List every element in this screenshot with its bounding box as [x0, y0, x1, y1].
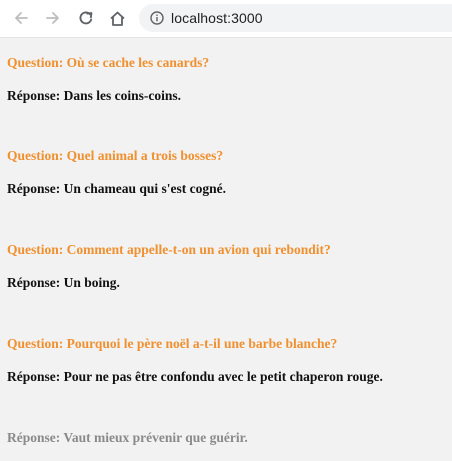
reload-button[interactable] [76, 8, 96, 28]
address-bar[interactable]: localhost:3000 [139, 4, 452, 32]
answer-text: Réponse: Un boing. [7, 275, 120, 290]
home-button[interactable] [107, 8, 127, 28]
qa-block-3: Question: Comment appelle-t-on un avion … [7, 240, 445, 293]
url-text[interactable]: localhost:3000 [171, 10, 263, 26]
answer-text: Réponse: Pour ne pas être confondu avec … [7, 369, 383, 384]
question-text: Question: Comment appelle-t-on un avion … [7, 242, 331, 257]
qa-block-2: Question: Quel animal a trois bosses? Ré… [7, 146, 445, 199]
browser-toolbar: localhost:3000 [0, 0, 452, 38]
info-icon[interactable] [150, 11, 164, 25]
back-arrow-icon [13, 10, 29, 26]
back-button[interactable] [11, 8, 31, 28]
question-text: Question: Où se cache les canards? [7, 55, 210, 70]
forward-button[interactable] [43, 8, 63, 28]
qa-block-4: Question: Pourquoi le père noël a-t-il u… [7, 334, 445, 387]
home-icon [109, 10, 126, 27]
qa-block-1: Question: Où se cache les canards? Répon… [7, 53, 445, 106]
page-content: Question: Où se cache les canards? Répon… [0, 38, 452, 448]
question-text: Question: Quel animal a trois bosses? [7, 148, 224, 163]
final-answer-text: Réponse: Vaut mieux prévenir que guérir. [7, 430, 248, 445]
answer-text: Réponse: Dans les coins-coins. [7, 88, 182, 103]
forward-arrow-icon [45, 10, 61, 26]
question-text: Question: Pourquoi le père noël a-t-il u… [7, 336, 338, 351]
answer-text: Réponse: Un chameau qui s'est cogné. [7, 181, 227, 196]
reload-icon [78, 10, 94, 26]
